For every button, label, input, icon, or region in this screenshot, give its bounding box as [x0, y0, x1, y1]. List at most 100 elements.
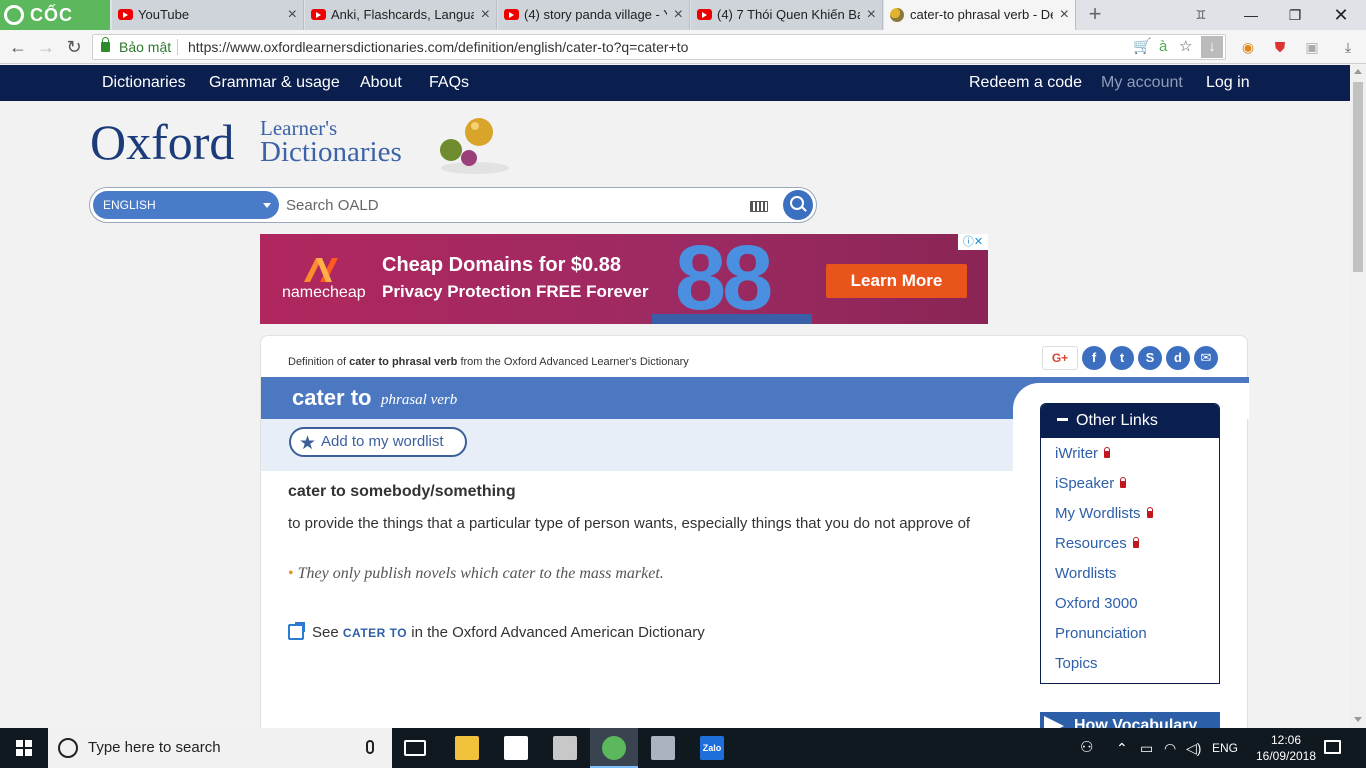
- windows-start-icon[interactable]: [16, 740, 32, 756]
- system-clock[interactable]: 12:06 16/09/2018: [1246, 732, 1326, 764]
- nav-redeem-code[interactable]: Redeem a code: [969, 65, 1082, 101]
- tab-close-icon[interactable]: ×: [674, 0, 683, 30]
- app-taskbar-icon[interactable]: [651, 736, 675, 760]
- bookmark-star-icon[interactable]: ☆: [1179, 35, 1192, 59]
- see-prefix: See: [312, 624, 339, 641]
- extension-grey-icon[interactable]: ▣: [1301, 36, 1323, 58]
- ad-choices-icon[interactable]: ⓘ✕: [958, 234, 988, 250]
- people-icon[interactable]: ⚇: [1080, 728, 1093, 768]
- restore-icon[interactable]: ❐: [1272, 0, 1318, 30]
- close-window-icon[interactable]: ✕: [1318, 0, 1364, 30]
- url-field[interactable]: Bảo mật https://www.oxfordlearnersdictio…: [92, 34, 1226, 60]
- browser-tab-anki[interactable]: Anki, Flashcards, Language ×: [305, 0, 497, 30]
- browser-tab-youtube[interactable]: YouTube ×: [112, 0, 304, 30]
- sidebar-link-topics[interactable]: Topics: [1055, 655, 1098, 672]
- vocabulary-banner[interactable]: How Vocabulary: [1040, 712, 1220, 728]
- browser-tab-cater-to[interactable]: cater-to phrasal verb - Def ×: [884, 0, 1076, 30]
- search-input[interactable]: [286, 194, 736, 216]
- tab-title: YouTube: [138, 7, 190, 22]
- facebook-share-icon[interactable]: f: [1082, 346, 1106, 370]
- input-language[interactable]: ENG: [1212, 728, 1238, 768]
- nav-grammar-usage[interactable]: Grammar & usage: [209, 65, 340, 101]
- learn-more-button[interactable]: Learn More: [826, 264, 967, 298]
- youtube-icon: [118, 9, 133, 20]
- see-also-link[interactable]: See CATER TO in the Oxford Advanced Amer…: [288, 622, 705, 641]
- tab-close-icon[interactable]: ×: [1060, 0, 1069, 30]
- search-button[interactable]: [783, 190, 813, 220]
- downloads-icon[interactable]: ⤓: [1337, 36, 1359, 58]
- definition-text: to provide the things that a particular …: [288, 515, 971, 532]
- scroll-thumb[interactable]: [1353, 82, 1363, 272]
- wifi-icon[interactable]: ◠: [1164, 728, 1176, 768]
- tab-close-icon[interactable]: ×: [288, 0, 297, 30]
- page-scrollbar[interactable]: [1350, 65, 1366, 728]
- sidebar-link-pronunciation[interactable]: Pronunciation: [1055, 625, 1147, 642]
- search-bar: ENGLISH: [89, 187, 817, 223]
- scroll-up-icon[interactable]: [1354, 69, 1362, 74]
- scroll-down-icon[interactable]: [1354, 717, 1362, 722]
- download-icon[interactable]: ↓: [1201, 36, 1223, 58]
- ad-big-number: 88: [675, 234, 773, 324]
- translate-icon[interactable]: à: [1159, 35, 1167, 59]
- nav-log-in[interactable]: Log in: [1206, 65, 1250, 101]
- notifications-icon[interactable]: [1324, 740, 1341, 754]
- forward-icon[interactable]: →: [32, 30, 60, 64]
- sidebar-link-my-wordlists[interactable]: My Wordlists: [1055, 505, 1153, 522]
- back-icon[interactable]: ←: [4, 30, 32, 64]
- battery-icon[interactable]: ▭: [1140, 728, 1153, 768]
- taskbar-coccoc-active[interactable]: [590, 728, 638, 768]
- nav-my-account[interactable]: My account: [1101, 65, 1183, 101]
- tab-close-icon[interactable]: ×: [867, 0, 876, 30]
- email-share-icon[interactable]: ✉: [1194, 346, 1218, 370]
- google-plus-share-icon[interactable]: G+: [1042, 346, 1078, 370]
- nav-about[interactable]: About: [360, 65, 402, 101]
- browser-tab-7-thoi-quen[interactable]: (4) 7 Thói Quen Khiến Bạn ×: [691, 0, 883, 30]
- keyboard-icon[interactable]: [750, 201, 768, 212]
- nav-faqs[interactable]: FAQs: [429, 65, 469, 101]
- microphone-icon[interactable]: [366, 740, 374, 754]
- zalo-icon[interactable]: Zalo: [700, 736, 724, 760]
- oxford-favicon-icon: [890, 8, 904, 22]
- logo-dictionaries: Dictionaries: [260, 136, 402, 168]
- taskbar-search-box[interactable]: Type here to search: [48, 728, 392, 768]
- sidebar-link-oxford-3000[interactable]: Oxford 3000: [1055, 595, 1138, 612]
- sidebar-link-ispeaker[interactable]: iSpeaker: [1055, 475, 1127, 492]
- sidebar-link-label: iSpeaker: [1055, 475, 1115, 492]
- sidebar-link-iwriter[interactable]: iWriter: [1055, 445, 1111, 462]
- profile-icon[interactable]: ♊: [1178, 0, 1224, 30]
- sidebar-link-resources[interactable]: Resources: [1055, 535, 1139, 552]
- taskbar-search-placeholder: Type here to search: [88, 739, 221, 756]
- site-nav: Dictionaries Grammar & usage About FAQs …: [0, 65, 1350, 101]
- stumbleupon-share-icon[interactable]: S: [1138, 346, 1162, 370]
- store-icon[interactable]: [504, 736, 528, 760]
- windows-taskbar: Type here to search Zalo ⚇ ⌃ ▭ ◠ ◁) ENG …: [0, 728, 1366, 768]
- other-links-header[interactable]: Other Links: [1041, 404, 1219, 438]
- browser-tab-story-panda[interactable]: (4) story panda village - Yo ×: [498, 0, 690, 30]
- task-view-icon[interactable]: [404, 740, 426, 756]
- twitter-share-icon[interactable]: t: [1110, 346, 1134, 370]
- extension-chrome-icon[interactable]: ◉: [1237, 36, 1259, 58]
- collapse-icon: [1057, 418, 1068, 421]
- youtube-icon: [504, 9, 519, 20]
- minimize-icon[interactable]: —: [1228, 0, 1274, 30]
- nav-dictionaries[interactable]: Dictionaries: [102, 65, 186, 101]
- sidebar-link-wordlists[interactable]: Wordlists: [1055, 565, 1116, 582]
- sidebar-link-label: iWriter: [1055, 445, 1099, 462]
- digg-share-icon[interactable]: d: [1166, 346, 1190, 370]
- tab-close-icon[interactable]: ×: [481, 0, 490, 30]
- add-to-wordlist-button[interactable]: ★ Add to my wordlist: [289, 427, 467, 457]
- coccoc-taskbar-icon: [602, 736, 626, 760]
- advertisement-banner[interactable]: namecheap Cheap Domains for $0.88 Privac…: [260, 234, 988, 324]
- file-explorer-icon[interactable]: [455, 736, 479, 760]
- app-grid-icon[interactable]: [553, 736, 577, 760]
- volume-icon[interactable]: ◁): [1186, 728, 1201, 768]
- browser-brand[interactable]: CỐC CỐC: [0, 0, 110, 55]
- coccoc-logo-icon: [4, 5, 24, 25]
- new-tab-icon[interactable]: +: [1085, 0, 1105, 30]
- dictionary-language-select[interactable]: ENGLISH: [93, 191, 279, 219]
- tray-expand-icon[interactable]: ⌃: [1116, 728, 1128, 768]
- extension-shield-icon[interactable]: ⛊: [1269, 36, 1291, 58]
- reload-icon[interactable]: ↻: [60, 30, 88, 64]
- headword: cater to: [292, 385, 372, 410]
- shopping-cart-icon[interactable]: 🛒: [1133, 35, 1152, 59]
